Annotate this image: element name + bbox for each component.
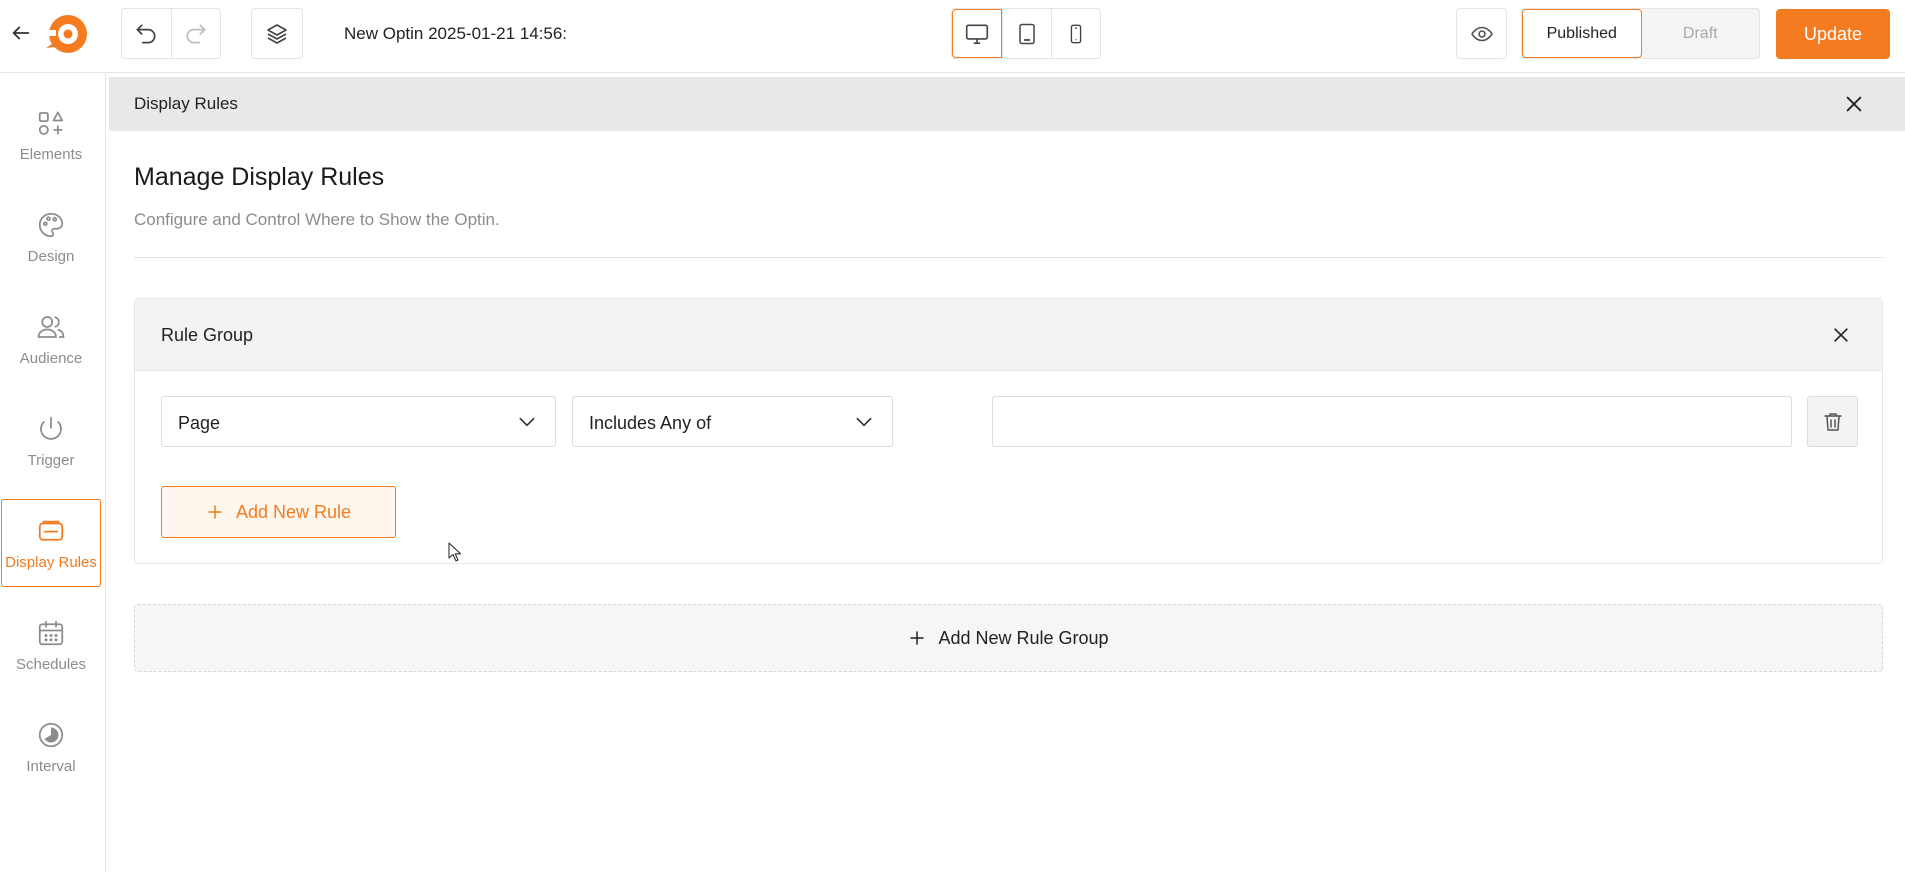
published-button[interactable]: Published [1522,9,1642,58]
interval-icon [38,722,64,747]
trash-icon[interactable] [1807,396,1858,447]
mobile-view-icon[interactable] [1051,9,1100,58]
top-bar: New Optin 2025-01-21 14:56: Published Dr… [0,0,1905,73]
sidebar-item-design[interactable]: Design [0,193,102,281]
sidebar-item-label: Elements [19,145,83,163]
back-arrow-icon[interactable] [8,20,34,46]
sidebar-item-label: Schedules [15,655,87,673]
divider [134,257,1883,258]
preview-eye-icon[interactable] [1456,8,1507,59]
sidebar-item-label: Audience [19,349,83,367]
tablet-view-icon[interactable] [1002,9,1051,58]
sidebar-item-schedules[interactable]: Schedules [0,601,102,689]
sidebar-item-display-rules[interactable]: Display Rules [1,499,101,587]
sidebar-item-label: Trigger [27,451,75,469]
undo-icon[interactable] [122,9,171,58]
close-icon[interactable] [1839,89,1869,119]
left-sidebar: Elements Design Audience Trigger Display… [0,73,106,872]
device-switcher [951,8,1101,59]
panel-header-title: Display Rules [134,94,238,113]
chevron-down-icon [517,414,537,435]
publish-status-toggle: Published Draft [1521,8,1760,59]
power-icon [40,416,62,440]
rule-operator-select[interactable]: Includes Any of [572,396,893,447]
add-new-rule-label: Add New Rule [235,501,352,522]
mouse-cursor-icon [448,542,464,569]
history-controls [121,8,221,59]
rule-group-card: Rule Group Page Includes Any of Add New … [134,298,1883,564]
brand-logo-icon[interactable] [42,10,92,60]
add-new-rule-group-button[interactable]: Add New Rule Group [134,604,1883,672]
sidebar-item-elements[interactable]: Elements [0,91,102,179]
users-icon [37,315,65,338]
remove-group-close-icon[interactable] [1826,320,1856,350]
layers-icon[interactable] [251,8,303,59]
plus-icon [208,505,222,519]
display-rules-icon [38,520,64,541]
sidebar-item-trigger[interactable]: Trigger [0,397,102,485]
sidebar-item-label: Design [27,247,75,265]
rule-field-select[interactable]: Page [161,396,556,447]
palette-icon [38,212,64,237]
desktop-view-icon[interactable] [952,9,1002,58]
calendar-icon [38,620,64,645]
rule-group-header: Rule Group [135,299,1882,371]
sidebar-item-audience[interactable]: Audience [0,295,102,383]
rule-value-input[interactable] [992,396,1792,447]
add-new-rule-group-label: Add New Rule Group [938,627,1109,648]
panel-header: Display Rules [109,77,1905,131]
redo-icon[interactable] [170,9,221,58]
draft-button[interactable]: Draft [1642,9,1760,58]
sidebar-item-interval[interactable]: Interval [0,703,102,791]
page-subtitle: Configure and Control Where to Show the … [134,210,500,229]
page-title: Manage Display Rules [134,163,385,191]
chevron-down-icon [854,414,874,435]
plus-icon [910,631,925,645]
update-button[interactable]: Update [1776,9,1890,59]
elements-icon [38,111,64,135]
rule-operator-value: Includes Any of [589,413,712,433]
rule-field-value: Page [178,413,221,433]
add-new-rule-button[interactable]: Add New Rule [161,486,396,538]
sidebar-item-label: Display Rules [5,553,97,571]
rule-group-title: Rule Group [161,325,254,345]
optin-title[interactable]: New Optin 2025-01-21 14:56: [344,24,567,44]
sidebar-item-label: Interval [26,757,76,775]
